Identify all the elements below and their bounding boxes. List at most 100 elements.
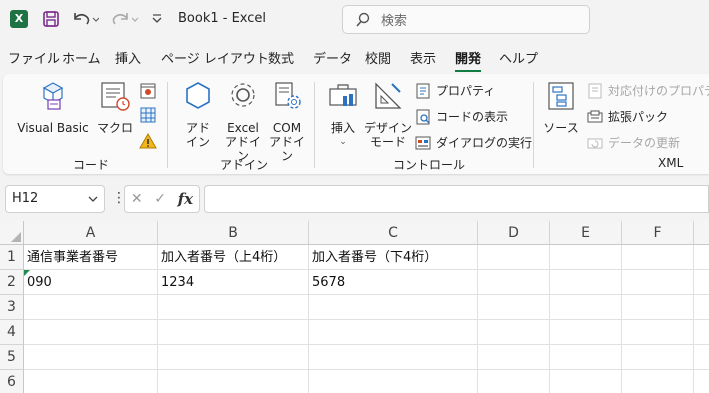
cell-g2[interactable] xyxy=(694,270,709,295)
cell-d1[interactable] xyxy=(478,245,550,270)
cell-a4[interactable] xyxy=(24,320,158,345)
tab-home[interactable]: ホーム xyxy=(62,48,101,67)
cell-f1[interactable] xyxy=(622,245,694,270)
row-header-6[interactable]: 6 xyxy=(0,370,24,393)
map-properties-button[interactable]: 対応付けのプロパティ xyxy=(587,82,709,99)
select-all-button[interactable] xyxy=(0,221,24,245)
formula-input[interactable] xyxy=(204,185,709,213)
refresh-data-button[interactable]: データの更新 xyxy=(587,134,680,151)
cell-d4[interactable] xyxy=(478,320,550,345)
column-header-c[interactable]: C xyxy=(309,221,478,245)
cell-c1[interactable]: 加入者番号（下4桁） xyxy=(309,245,478,270)
excel-addins-button[interactable]: Excel アドイン xyxy=(221,80,265,163)
tab-page-layout[interactable]: ページ レイアウト xyxy=(161,48,269,67)
cell-d2[interactable] xyxy=(478,270,550,295)
chevron-down-icon xyxy=(88,186,98,223)
row-header-5[interactable]: 5 xyxy=(0,345,24,370)
macros-button[interactable]: マクロ xyxy=(95,80,135,135)
cell-c2[interactable]: 5678 xyxy=(309,270,478,295)
cell-e2[interactable] xyxy=(550,270,622,295)
undo-button[interactable] xyxy=(70,8,100,30)
com-addins-label-1: COM xyxy=(272,121,302,135)
insert-control-button[interactable]: 挿入 ⌄ xyxy=(325,80,361,149)
cell-d5[interactable] xyxy=(478,345,550,370)
cell-d6[interactable] xyxy=(478,370,550,393)
cell-d3[interactable] xyxy=(478,295,550,320)
insert-function-button[interactable]: fx xyxy=(178,190,193,208)
design-mode-label-2: モード xyxy=(369,135,406,149)
com-addins-button[interactable]: COM アドイン xyxy=(265,80,309,163)
tab-help[interactable]: ヘルプ xyxy=(499,48,538,67)
cell-a1[interactable]: 通信事業者番号 xyxy=(24,245,158,270)
cell-e3[interactable] xyxy=(550,295,622,320)
properties-button[interactable]: プロパティ xyxy=(415,82,495,99)
cancel-icon[interactable]: ✕ xyxy=(131,191,143,207)
cell-f3[interactable] xyxy=(622,295,694,320)
tab-insert[interactable]: 挿入 xyxy=(115,48,141,67)
cell-g6[interactable] xyxy=(694,370,709,393)
cell-e6[interactable] xyxy=(550,370,622,393)
cell-e5[interactable] xyxy=(550,345,622,370)
tab-data[interactable]: データ xyxy=(313,48,352,67)
view-code-button[interactable]: コードの表示 xyxy=(415,108,508,125)
cell-b1[interactable]: 加入者番号（上4桁） xyxy=(158,245,309,270)
cell-b3[interactable] xyxy=(158,295,309,320)
cell-b2[interactable]: 1234 xyxy=(158,270,309,295)
cell-g1[interactable] xyxy=(694,245,709,270)
design-mode-button[interactable]: デザイン モード xyxy=(363,80,413,149)
tab-view[interactable]: 表示 xyxy=(410,48,436,67)
tab-formulas[interactable]: 数式 xyxy=(268,48,294,67)
cell-c4[interactable] xyxy=(309,320,478,345)
expansion-packs-icon xyxy=(587,110,603,122)
enter-icon[interactable]: ✓ xyxy=(154,191,166,207)
relative-reference-button[interactable] xyxy=(139,106,157,124)
tab-review[interactable]: 校閲 xyxy=(365,48,391,67)
column-header-e[interactable]: E xyxy=(550,221,622,245)
warning-icon xyxy=(139,132,157,149)
column-header-a[interactable]: A xyxy=(24,221,158,245)
name-box[interactable]: H12 xyxy=(5,185,105,213)
run-dialog-button[interactable]: ダイアログの実行 xyxy=(415,134,532,151)
spreadsheet-grid: A B C D E F 1 2 3 4 5 6 通信事業者番号 加入者番号（上4… xyxy=(0,221,709,393)
cell-f4[interactable] xyxy=(622,320,694,345)
row-header-2[interactable]: 2 xyxy=(0,270,24,295)
cell-b5[interactable] xyxy=(158,345,309,370)
cell-b4[interactable] xyxy=(158,320,309,345)
row-header-4[interactable]: 4 xyxy=(0,320,24,345)
cell-f2[interactable] xyxy=(622,270,694,295)
customize-quick-access-button[interactable] xyxy=(148,8,166,30)
tab-file[interactable]: ファイル xyxy=(8,48,60,67)
macro-security-button[interactable] xyxy=(139,132,157,150)
row-header-1[interactable]: 1 xyxy=(0,245,24,270)
redo-button[interactable] xyxy=(110,8,140,30)
cell-a5[interactable] xyxy=(24,345,158,370)
cell-b6[interactable] xyxy=(158,370,309,393)
cell-a6[interactable] xyxy=(24,370,158,393)
column-header-b[interactable]: B xyxy=(158,221,309,245)
tab-developer[interactable]: 開発 xyxy=(455,48,481,67)
cell-c3[interactable] xyxy=(309,295,478,320)
search-box[interactable]: 検索 xyxy=(342,5,590,34)
cell-g5[interactable] xyxy=(694,345,709,370)
cell-a2[interactable]: 090 xyxy=(24,270,158,295)
cell-g3[interactable] xyxy=(694,295,709,320)
cell-a3[interactable] xyxy=(24,295,158,320)
column-header-d[interactable]: D xyxy=(478,221,550,245)
ribbon: Visual Basic マクロ コード アド イン Excel アドイン CO… xyxy=(3,74,709,174)
cell-g4[interactable] xyxy=(694,320,709,345)
save-button[interactable] xyxy=(40,8,62,30)
column-header-g[interactable] xyxy=(694,221,709,245)
cell-f6[interactable] xyxy=(622,370,694,393)
cell-c5[interactable] xyxy=(309,345,478,370)
column-header-f[interactable]: F xyxy=(622,221,694,245)
xml-source-button[interactable]: ソース xyxy=(541,80,581,135)
cell-f5[interactable] xyxy=(622,345,694,370)
cell-e1[interactable] xyxy=(550,245,622,270)
record-macro-button[interactable] xyxy=(139,82,157,100)
expansion-packs-button[interactable]: 拡張パック xyxy=(587,108,668,125)
addins-button[interactable]: アド イン xyxy=(178,80,218,149)
row-header-3[interactable]: 3 xyxy=(0,295,24,320)
cell-e4[interactable] xyxy=(550,320,622,345)
cell-c6[interactable] xyxy=(309,370,478,393)
visual-basic-button[interactable]: Visual Basic xyxy=(17,80,89,135)
